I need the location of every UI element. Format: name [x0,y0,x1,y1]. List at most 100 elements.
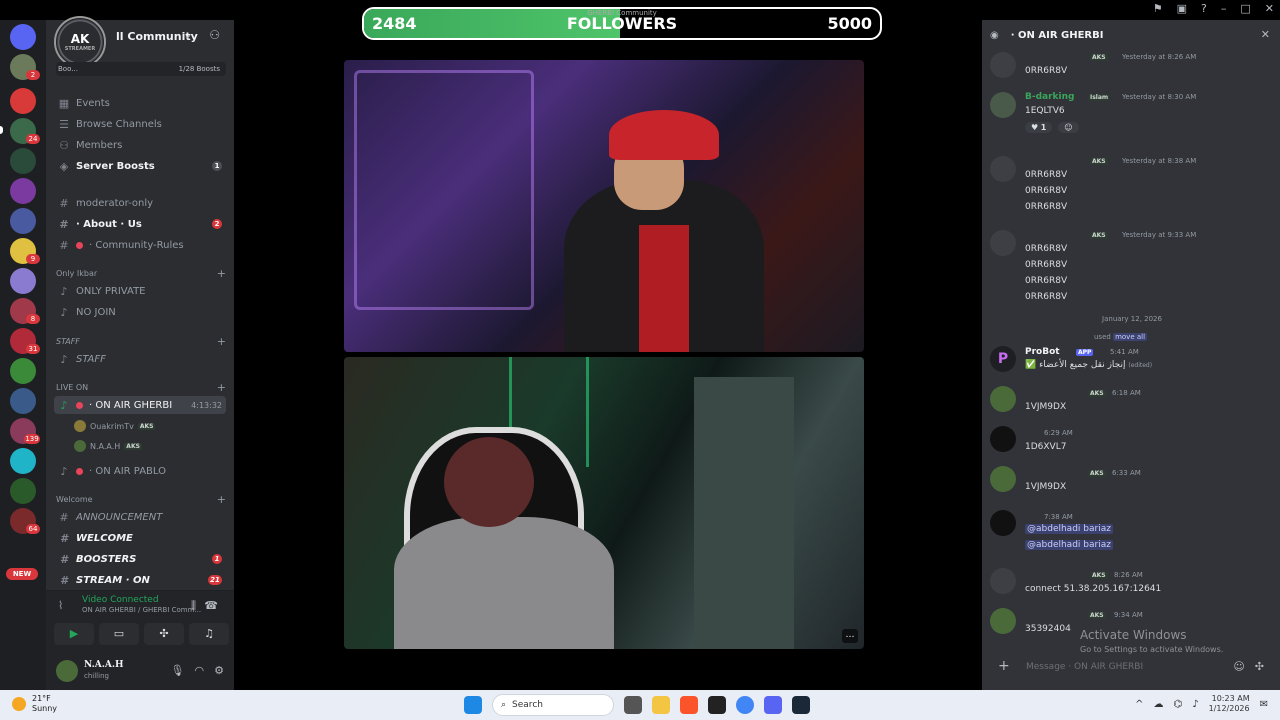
minimize-icon[interactable]: – [1221,2,1227,15]
boost-progress[interactable]: Boo... 1/28 Boosts [56,62,226,76]
channel-no-join[interactable]: ♪ NO JOIN [54,303,226,321]
avatar[interactable] [990,466,1016,492]
author-name[interactable]: ProBot [1025,347,1060,357]
add-icon[interactable]: + [217,381,226,394]
avatar[interactable] [990,608,1016,634]
cloud-icon[interactable]: ☁ [1153,699,1163,710]
voice-user[interactable]: OuakrimTv AKS [74,417,224,435]
add-icon[interactable]: + [217,493,226,506]
server-icon[interactable] [10,268,36,294]
file-explorer-icon[interactable] [652,696,670,714]
server-icon[interactable] [10,478,36,504]
weather-widget[interactable]: 21°F Sunny [12,694,57,714]
server-icon[interactable] [10,358,36,384]
activities-button[interactable]: ✣ [144,623,184,645]
channel-staff[interactable]: ♪ STAFF [54,350,226,368]
windows-start-icon[interactable] [464,696,482,714]
discord-icon[interactable] [764,696,782,714]
avatar[interactable] [990,230,1016,256]
help-icon[interactable]: ? [1201,2,1207,15]
chevron-up-icon[interactable]: ^ [1135,699,1143,710]
channel-browse[interactable]: ☰ Browse Channels [54,115,226,133]
more-icon[interactable]: … [842,629,858,643]
voice-user[interactable]: N.A.A.H AKS [74,437,224,455]
channel-stream-on[interactable]: # STREAM · ON 21 [54,571,226,589]
category-staff[interactable]: STAFF + [56,334,226,348]
avatar[interactable] [990,156,1016,182]
microphone-icon[interactable]: 🎙 [171,664,185,677]
clock[interactable]: 10:23 AM 1/12/2026 [1209,694,1250,714]
avatar[interactable] [990,52,1016,78]
notifications-icon[interactable]: ✉ [1260,699,1268,710]
network-icon[interactable]: ⌬ [1173,699,1182,710]
invite-icon[interactable]: ⚇ [209,28,220,42]
emoji-icon[interactable]: ☺ [1233,660,1244,673]
maximize-icon[interactable]: □ [1240,2,1250,15]
channel-welcome[interactable]: # WELCOME [54,529,226,547]
server-icon[interactable] [10,178,36,204]
screen-icon[interactable]: ▣ [1177,2,1187,15]
app-icon[interactable] [708,696,726,714]
user-name[interactable]: N.A.A.H [84,660,124,670]
category-only[interactable]: Only Ikbar + [56,266,226,280]
channel-boosters[interactable]: # BOOSTERS 1 [54,550,226,568]
channel-moderator-only[interactable]: # moderator-only [54,194,226,212]
apps-icon[interactable]: ✣ [1255,660,1264,673]
chat-input[interactable]: + Message · ON AIR GHERBI ☺ ✣ [990,652,1272,682]
channel-only-private[interactable]: ♪ ONLY PRIVATE [54,282,226,300]
category-welcome[interactable]: Welcome + [56,492,226,506]
channel-server-boosts[interactable]: ◈ Server Boosts 1 [54,157,226,175]
add-attachment-icon[interactable]: + [998,658,1010,674]
category-live[interactable]: LIVE ON + [56,380,226,394]
chevron-down-icon[interactable]: ⌄ [184,30,192,41]
server-icon[interactable] [10,148,36,174]
new-badge[interactable]: NEW [6,568,38,580]
command-mention[interactable]: move all [1113,333,1148,341]
camera-button[interactable]: ▶ [54,623,94,645]
headphones-icon[interactable]: ◠ [195,664,205,677]
channel-on-air-gherbi[interactable]: ♪ · ON AIR GHERBI 4:13:32 [54,396,226,414]
avatar[interactable] [990,92,1016,118]
channel-about-us[interactable]: # · About · Us 2 [54,215,226,233]
channel-on-air-pablo[interactable]: ♪ · ON AIR PABLO [54,462,226,480]
channel-members[interactable]: ⚇ Members [54,136,226,154]
task-view-icon[interactable] [624,696,642,714]
brave-icon[interactable] [680,696,698,714]
server-icon[interactable] [10,88,36,114]
noise-icon[interactable]: ⫼ [191,599,196,613]
user-mention[interactable]: @abdelhadi bariaz [1025,524,1113,534]
channel-announcement[interactable]: # ANNOUNCEMENT [54,508,226,526]
soundboard-button[interactable]: ♫ [189,623,229,645]
volume-icon[interactable]: ♪ [1192,699,1198,710]
user-mention[interactable]: @abdelhadi bariaz [1025,540,1113,550]
camera-feed-bottom[interactable]: … [344,357,864,649]
signal-icon[interactable]: ⌇ [58,599,63,612]
avatar[interactable] [990,568,1016,594]
add-icon[interactable]: + [217,267,226,280]
voice-status[interactable]: Video Connected [82,595,159,605]
avatar[interactable] [990,426,1016,452]
author-name[interactable]: B-darking [1025,92,1074,102]
discord-home-icon[interactable] [10,24,36,50]
taskbar-search[interactable]: ⌕ Search [492,694,614,716]
close-icon[interactable]: ✕ [1261,28,1270,41]
camera-feed-top[interactable] [344,60,864,352]
disconnect-icon[interactable]: ☎ [204,599,218,612]
server-icon[interactable] [10,388,36,414]
heart-reaction[interactable]: ♥ 1 [1025,122,1053,133]
gear-icon[interactable]: ⚙ [214,664,224,677]
avatar[interactable] [990,510,1016,536]
chrome-icon[interactable] [736,696,754,714]
avatar[interactable] [990,386,1016,412]
inbox-icon[interactable]: ⚑ [1153,2,1163,15]
probot-avatar[interactable]: P [990,346,1016,372]
add-reaction-icon[interactable]: ☺ [1058,122,1079,133]
server-icon[interactable] [10,208,36,234]
channel-events[interactable]: ▦ Events [54,94,226,112]
avatar[interactable] [56,660,78,682]
screenshare-button[interactable]: ▭ [99,623,139,645]
close-icon[interactable]: ✕ [1265,2,1274,15]
add-icon[interactable]: + [217,335,226,348]
server-icon[interactable] [10,448,36,474]
steam-icon[interactable] [792,696,810,714]
